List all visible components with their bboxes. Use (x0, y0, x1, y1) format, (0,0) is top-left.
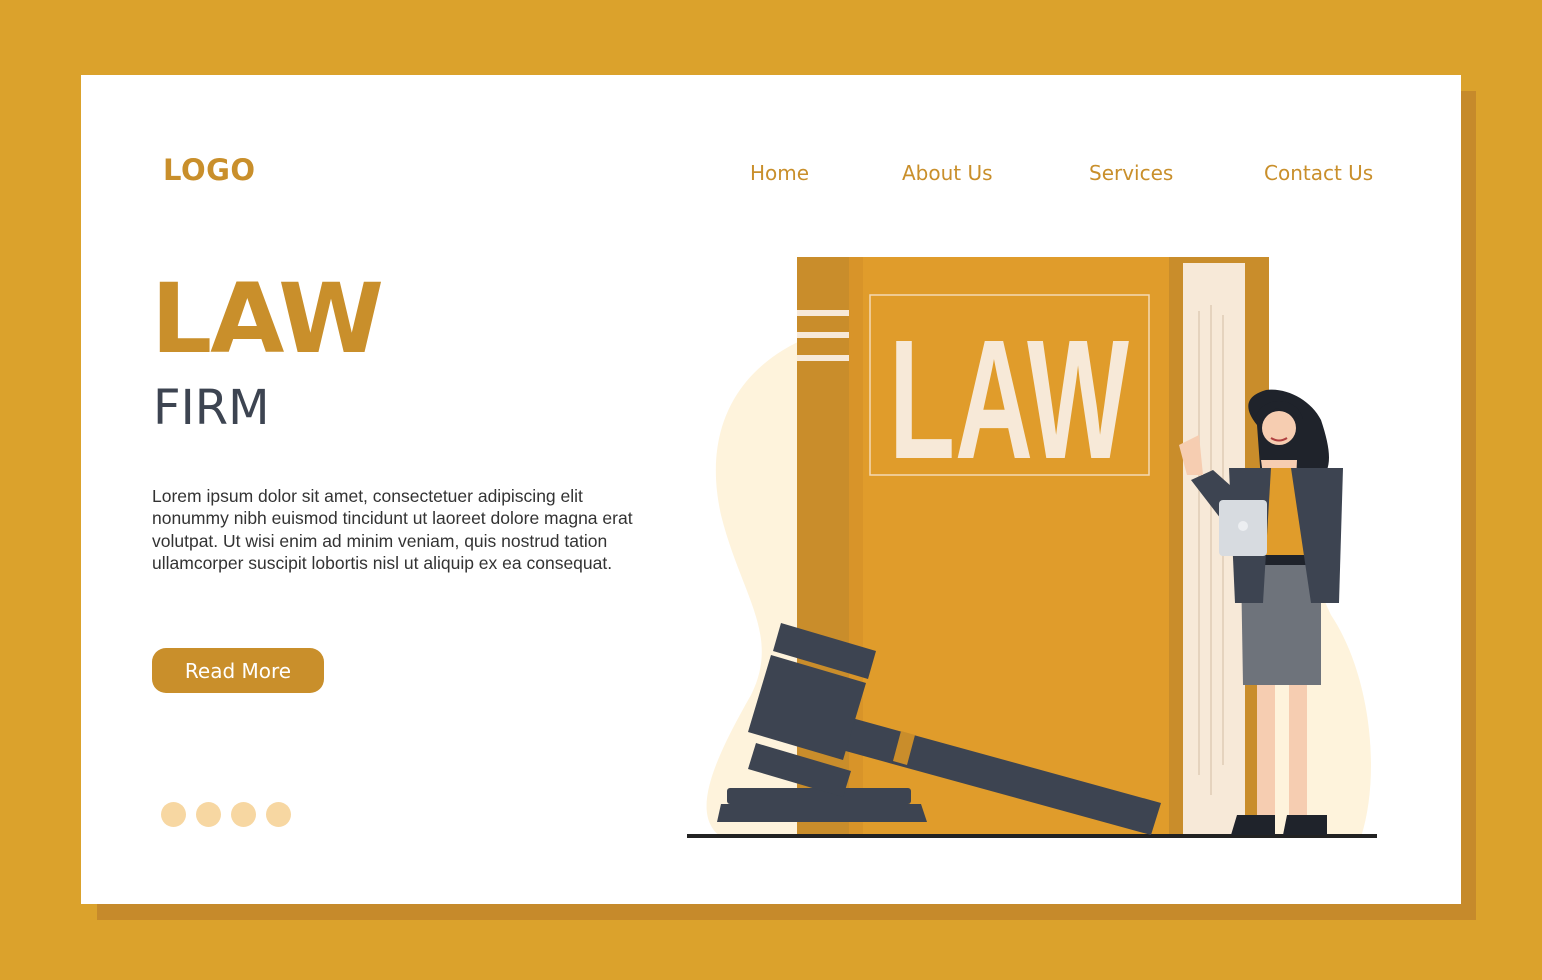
landing-page-card: LOGO Home About Us Services Contact Us L… (81, 75, 1461, 904)
book-title: LAW (889, 305, 1129, 495)
law-illustration: LAW (687, 257, 1377, 838)
